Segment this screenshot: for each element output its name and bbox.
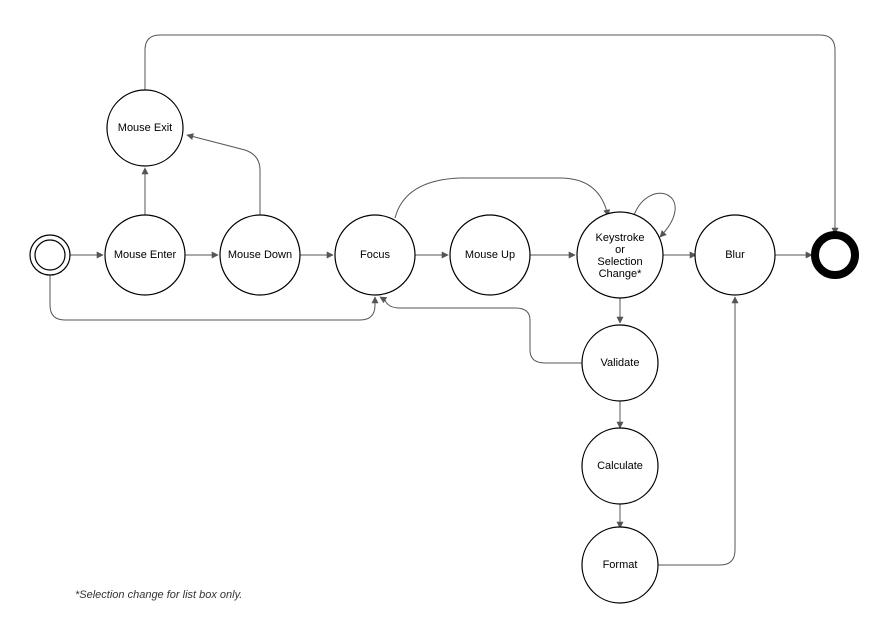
blur-label: Blur	[725, 249, 745, 261]
start-node	[30, 235, 70, 275]
footnote: *Selection change for list box only.	[75, 589, 242, 601]
blur-node: Blur	[695, 215, 775, 295]
format-node: Format	[582, 527, 658, 603]
keystroke-node: Keystroke or Selection Change*	[577, 212, 663, 298]
validate-label: Validate	[601, 357, 640, 369]
edge-start-to-focus	[50, 275, 375, 320]
mouse-down-label: Mouse Down	[228, 249, 292, 261]
calculate-node: Calculate	[582, 428, 658, 504]
mouse-enter-label: Mouse Enter	[114, 249, 177, 261]
keystroke-label-line2: or	[615, 244, 625, 256]
edge-validate-to-focus	[380, 297, 582, 363]
keystroke-label-line4: Change*	[599, 268, 643, 280]
nodes: Mouse Enter Mouse Exit Mouse Down Focus …	[30, 90, 855, 603]
focus-node: Focus	[335, 215, 415, 295]
edge-mouse-down-to-mouse-exit	[187, 135, 260, 215]
mouse-up-node: Mouse Up	[450, 215, 530, 295]
validate-node: Validate	[582, 325, 658, 401]
keystroke-label-line3: Selection	[597, 256, 642, 268]
mouse-up-label: Mouse Up	[465, 249, 515, 261]
edge-focus-to-keystroke	[395, 178, 608, 218]
edge-format-to-blur	[658, 297, 735, 565]
format-label: Format	[603, 559, 638, 571]
calculate-label: Calculate	[597, 460, 643, 472]
mouse-enter-node: Mouse Enter	[105, 215, 185, 295]
keystroke-label-line1: Keystroke	[596, 232, 645, 244]
mouse-exit-label: Mouse Exit	[118, 122, 172, 134]
end-node	[815, 235, 855, 275]
edge-mouse-exit-to-end	[145, 35, 835, 234]
focus-label: Focus	[360, 249, 390, 261]
mouse-exit-node: Mouse Exit	[107, 90, 183, 166]
mouse-down-node: Mouse Down	[220, 215, 300, 295]
